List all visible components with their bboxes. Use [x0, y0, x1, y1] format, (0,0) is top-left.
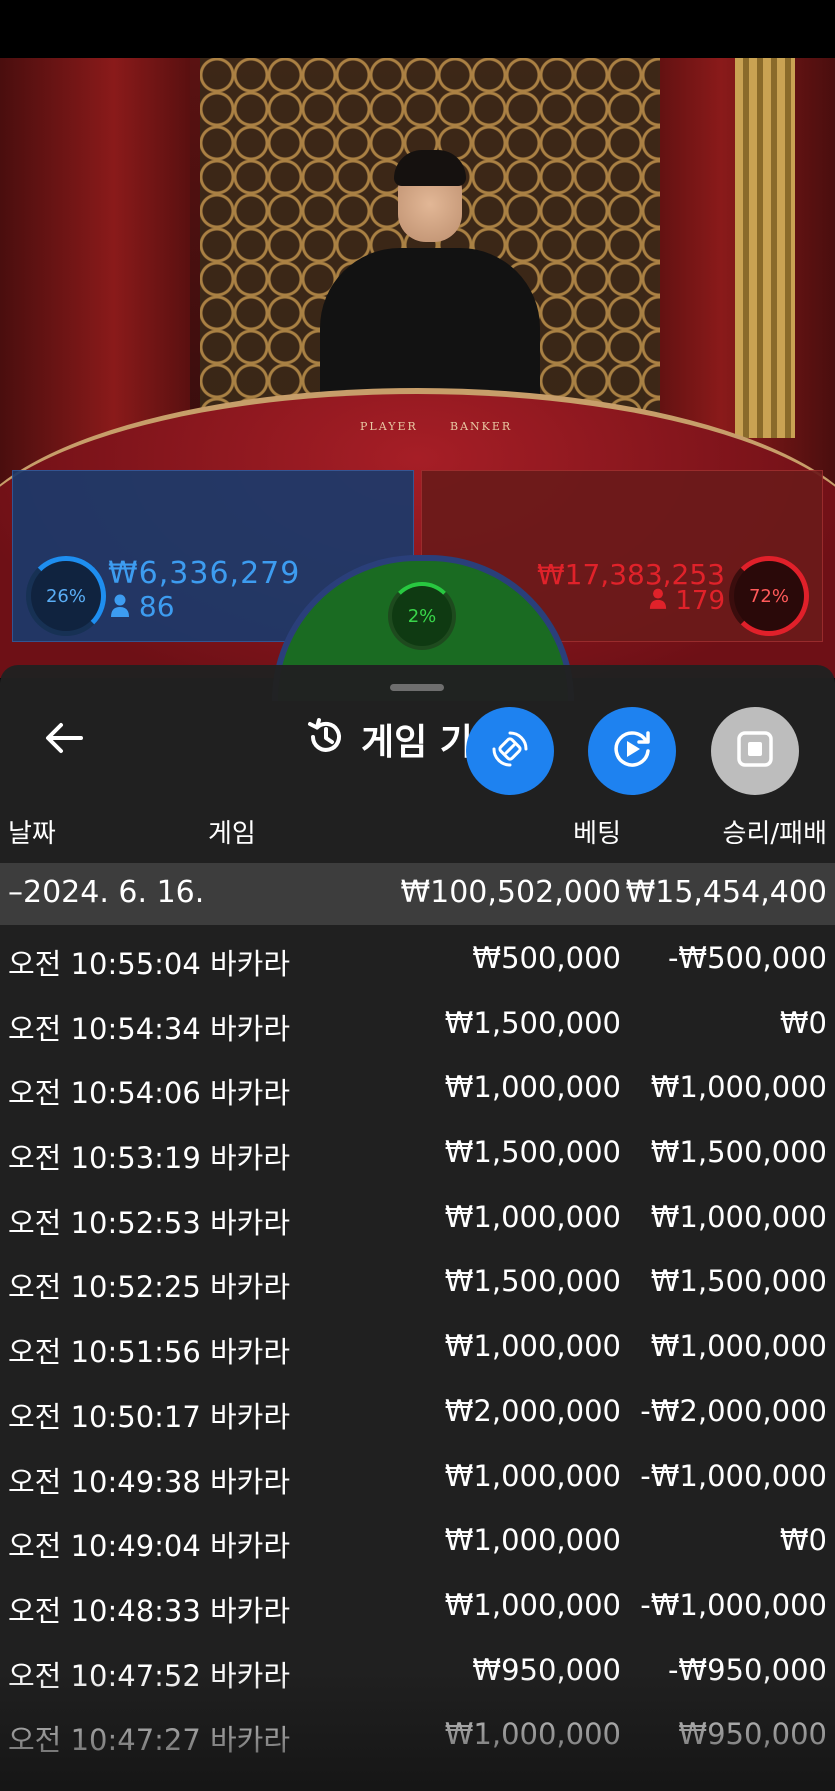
arrow-left-icon [43, 721, 83, 759]
table-row[interactable]: 오전 10:54:34 바카라 ₩1,500,000 ₩0 [0, 992, 835, 1057]
tie-percent-ring: 2% [388, 582, 456, 650]
sheet-drag-handle[interactable] [390, 684, 444, 691]
table-row[interactable]: 오전 10:48:33 바카라 ₩1,000,000 -₩1,000,000 [0, 1574, 835, 1639]
banker-bettor-count: 179 [649, 586, 725, 617]
table-row[interactable]: 오전 10:55:04 바카라 ₩500,000 -₩500,000 [0, 927, 835, 992]
stop-button[interactable] [711, 707, 799, 795]
player-bet-amount: ₩6,336,279 [108, 556, 301, 591]
table-row[interactable]: 오전 10:49:04 바카라 ₩1,000,000 ₩0 [0, 1509, 835, 1574]
table-row[interactable]: 오전 10:53:19 바카라 ₩1,500,000 ₩1,500,000 [0, 1121, 835, 1186]
column-header-result: 승리/패배 [722, 819, 827, 849]
video-replay-button[interactable] [588, 707, 676, 795]
table-row[interactable]: 오전 10:47:27 바카라 ₩1,000,000 ₩950,000 [0, 1703, 835, 1768]
history-list: 오전 10:55:04 바카라 ₩500,000 -₩500,000 오전 10:54… [0, 927, 835, 1768]
dealer-body [320, 248, 540, 408]
table-row[interactable]: 오전 10:52:53 바카라 ₩1,000,000 ₩1,000,000 [0, 1186, 835, 1251]
column-header-game: 게임 [208, 819, 256, 849]
decorative-post [735, 58, 795, 438]
stop-square-icon [735, 729, 775, 773]
table-row[interactable]: 오전 10:54:06 바카라 ₩1,000,000 ₩1,000,000 [0, 1056, 835, 1121]
table-row[interactable]: 오전 10:47:52 바카라 ₩950,000 -₩950,000 [0, 1639, 835, 1704]
table-row[interactable]: 오전 10:51:56 바카라 ₩1,000,000 ₩1,000,000 [0, 1315, 835, 1380]
table-row[interactable]: 오전 10:49:38 바카라 ₩1,000,000 -₩1,000,000 [0, 1445, 835, 1510]
date-group-bet-total: ₩100,502,000 [400, 875, 621, 910]
table-row[interactable]: 오전 10:52:25 바카라 ₩1,500,000 ₩1,500,000 [0, 1250, 835, 1315]
person-icon [110, 592, 130, 625]
column-header-date: 날짜 [8, 819, 56, 849]
dealer-hair [394, 150, 466, 186]
player-bettor-count: 86 [110, 590, 175, 625]
banker-percent-ring: 72% [729, 556, 809, 636]
back-button[interactable] [40, 717, 86, 763]
table-label-banker: BANKER [450, 420, 513, 433]
history-icon [305, 716, 347, 762]
column-header-bet: 베팅 [573, 819, 621, 849]
video-replay-icon [610, 727, 654, 775]
table-label-player: PLAYER [360, 420, 418, 433]
rotate-screen-button[interactable] [466, 707, 554, 795]
table-row[interactable]: 오전 10:50:17 바카라 ₩2,000,000 -₩2,000,000 [0, 1380, 835, 1445]
player-percent-ring: 26% [26, 556, 106, 636]
game-history-sheet: 게임 기록 날짜 게임 베팅 승리/패배 –2024. 6. 16. ₩100,… [0, 665, 835, 1791]
date-group-row[interactable]: –2024. 6. 16. ₩100,502,000 ₩15,454,400 [0, 863, 835, 925]
screen-rotate-icon [490, 729, 530, 773]
date-group-result-total: ₩15,454,400 [625, 875, 827, 910]
person-icon [649, 587, 667, 617]
status-bar [0, 0, 835, 58]
date-group-label: –2024. 6. 16. [8, 875, 205, 910]
